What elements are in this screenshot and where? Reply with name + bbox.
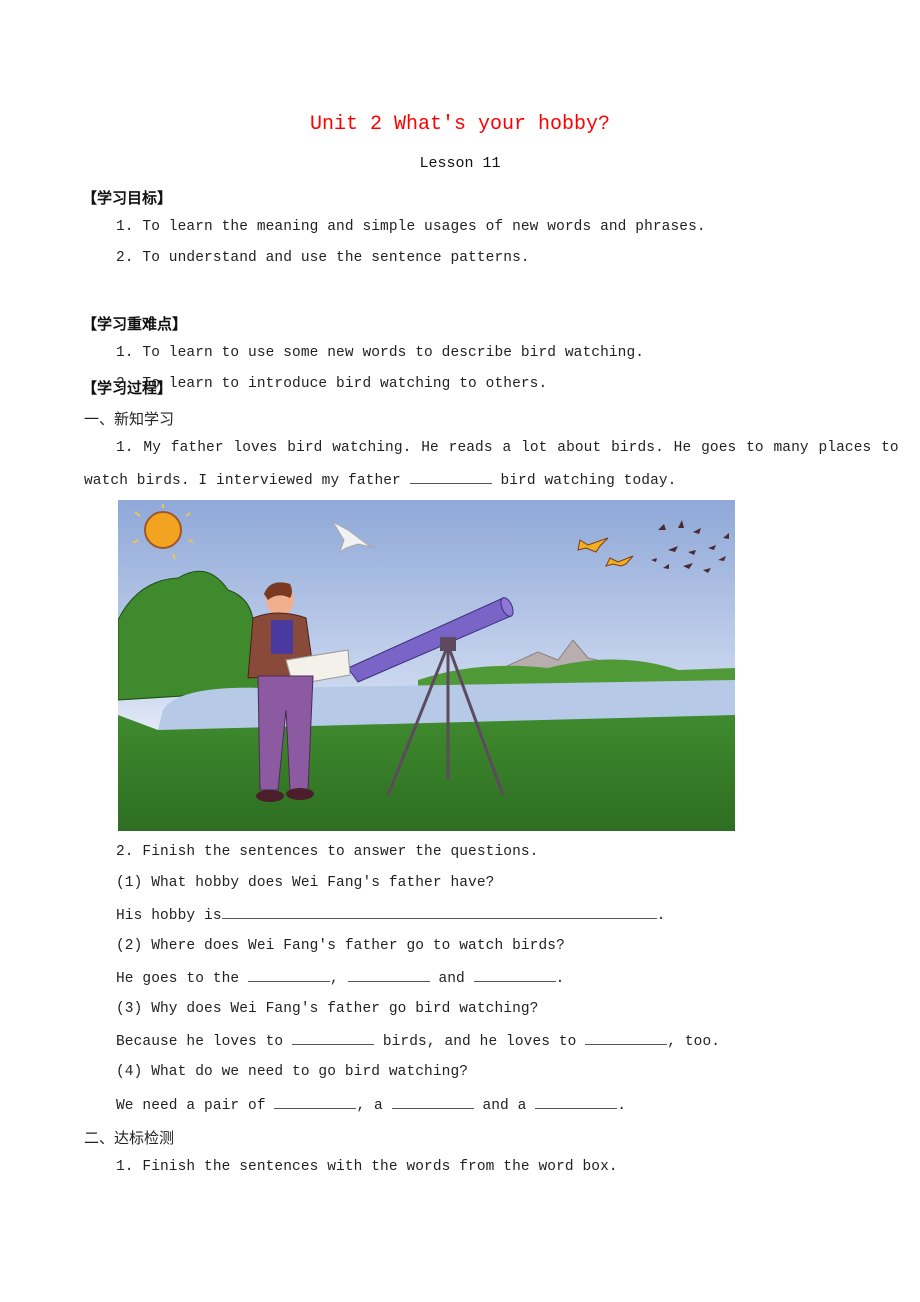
answer-blank[interactable] xyxy=(409,471,492,484)
part2-heading: 二、达标检测 xyxy=(84,1129,175,1147)
answer-text: . xyxy=(555,971,565,987)
question-4: (4) What do we need to go bird watching? xyxy=(116,1064,469,1080)
answer-blank[interactable] xyxy=(585,1032,668,1045)
answer-text: Because he loves to xyxy=(116,1034,293,1050)
answer-text: , a xyxy=(356,1098,392,1114)
lesson-subtitle: Lesson 11 xyxy=(419,155,501,172)
answer-text: His hobby is xyxy=(116,908,222,924)
answer-blank[interactable] xyxy=(274,1096,357,1109)
answer-2: He goes to the , and . xyxy=(116,969,564,987)
answer-text: . xyxy=(656,908,666,924)
answer-4: We need a pair of , a and a . xyxy=(116,1096,626,1114)
question-1: (1) What hobby does Wei Fang's father ha… xyxy=(116,875,495,891)
key-points-heading: 【学习重难点】 xyxy=(82,315,188,333)
answer-text: , too. xyxy=(667,1034,721,1050)
answer-blank[interactable] xyxy=(473,969,556,982)
objective-item: 2. To understand and use the sentence pa… xyxy=(116,250,530,266)
key-point-item: 1. To learn to use some new words to des… xyxy=(116,345,645,361)
answer-text: and xyxy=(429,971,474,987)
bird-watching-illustration xyxy=(118,500,735,831)
q2-heading: 2. Finish the sentences to answer the qu… xyxy=(116,844,539,860)
answer-blank[interactable] xyxy=(221,906,657,919)
grass xyxy=(118,715,735,831)
part1-heading: 一、新知学习 xyxy=(84,410,175,428)
process-heading: 【学习过程】 xyxy=(82,379,173,397)
q1-text-b: bird watching today. xyxy=(491,473,677,489)
answer-blank[interactable] xyxy=(347,969,430,982)
q1-text-a: watch birds. I interviewed my father xyxy=(84,473,410,489)
answer-text: He goes to the xyxy=(116,971,249,987)
q1-text-line2: watch birds. I interviewed my father bir… xyxy=(84,471,677,489)
question-3: (3) Why does Wei Fang's father go bird w… xyxy=(116,1001,539,1017)
q1-text-line1: 1. My father loves bird watching. He rea… xyxy=(116,440,899,456)
answer-blank[interactable] xyxy=(391,1096,474,1109)
part2-item-1: 1. Finish the sentences with the words f… xyxy=(116,1159,618,1175)
answer-3: Because he loves to birds, and he loves … xyxy=(116,1032,720,1050)
key-point-item: 2. To learn to introduce bird watching t… xyxy=(116,376,548,392)
objective-item: 1. To learn the meaning and simple usage… xyxy=(116,219,706,235)
objectives-heading: 【学习目标】 xyxy=(82,189,173,207)
answer-text: and a xyxy=(473,1098,536,1114)
document-title: Unit 2 What's your hobby? xyxy=(309,113,611,136)
answer-blank[interactable] xyxy=(292,1032,375,1045)
answer-text: . xyxy=(617,1098,627,1114)
answer-text: We need a pair of xyxy=(116,1098,275,1114)
answer-text: birds, and he loves to xyxy=(374,1034,586,1050)
answer-text: , xyxy=(330,971,348,987)
answer-blank[interactable] xyxy=(248,969,331,982)
answer-blank[interactable] xyxy=(535,1096,618,1109)
question-2: (2) Where does Wei Fang's father go to w… xyxy=(116,938,565,954)
answer-1: His hobby is. xyxy=(116,906,665,924)
